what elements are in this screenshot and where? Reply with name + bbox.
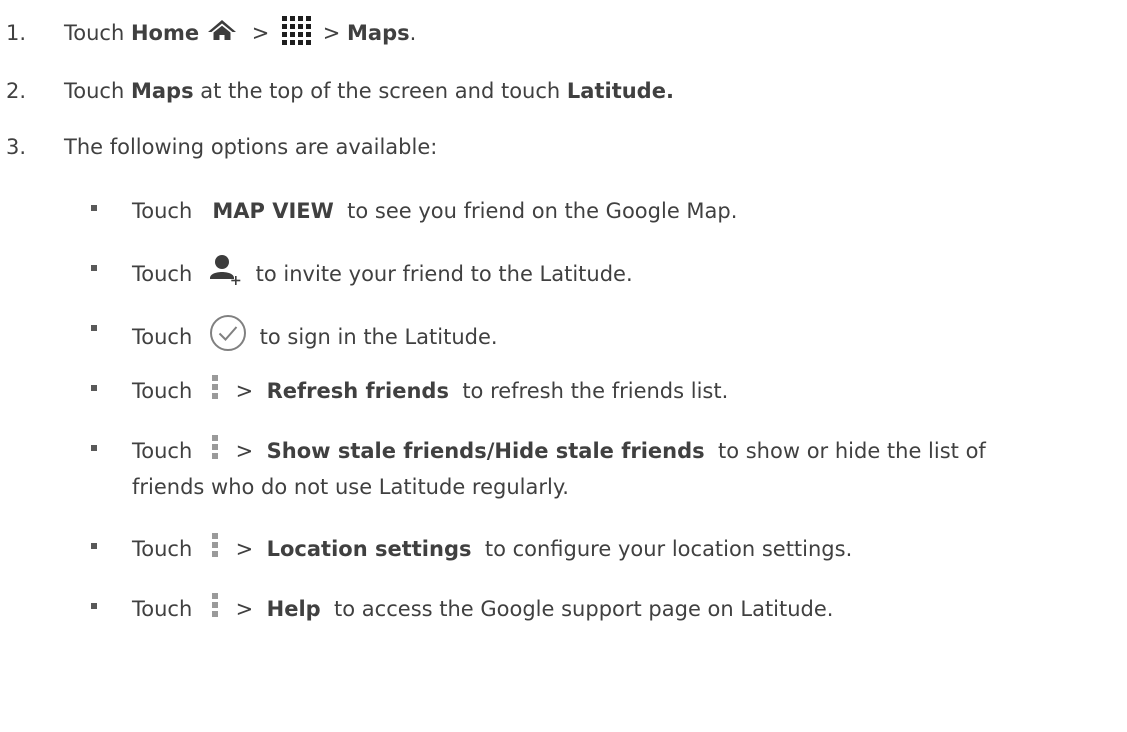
option-text: to see you friend on the Google Map.: [340, 199, 738, 223]
step-text: The following options are available:: [64, 135, 438, 159]
separator: >: [245, 20, 277, 45]
latitude-label: Latitude.: [566, 79, 674, 103]
maps-label: Maps: [130, 79, 194, 103]
option-label: Refresh friends: [266, 379, 449, 403]
apps-icon: [280, 14, 313, 51]
option-touch: Touch: [132, 199, 193, 223]
option-label: MAP VIEW: [212, 199, 334, 223]
home-label: Home: [130, 20, 200, 45]
step-text: at the top of the screen and touch: [193, 79, 567, 103]
option-text: to show or hide the list of: [711, 439, 986, 463]
option-label: Help: [266, 597, 321, 621]
bullet: [91, 374, 132, 402]
option-map-view: Touch MAP VIEW to see you friend on the …: [91, 194, 737, 228]
instructions: 1. Touch Home > > Maps . 2. Touch Maps a…: [0, 0, 1127, 732]
option-invite: Touch to invite your friend to the Latit…: [91, 254, 633, 296]
option-text: to sign in the Latitude.: [259, 325, 498, 349]
menu-icon: [211, 532, 219, 568]
step-number: 2.: [6, 79, 27, 103]
bullet: [91, 194, 132, 222]
step-number: 1.: [6, 20, 27, 45]
option-location-settings: Touch > Location settings to configure y…: [91, 532, 852, 568]
menu-icon: [211, 434, 219, 470]
step-end: .: [409, 20, 417, 45]
bullet: [91, 434, 132, 462]
bullet: [91, 532, 132, 560]
option-stale-friends: Touch > Show stale friends/Hide stale fr…: [91, 434, 986, 504]
check-circle-icon: [209, 314, 247, 362]
step-number: 3.: [6, 135, 27, 159]
option-text: to configure your location settings.: [478, 537, 853, 561]
separator: >: [235, 537, 260, 561]
option-label: Show stale friends/Hide stale friends: [266, 439, 705, 463]
add-person-icon: [209, 254, 243, 296]
option-touch: Touch: [132, 597, 193, 621]
option-touch: Touch: [132, 262, 193, 286]
option-refresh-friends: Touch > Refresh friends to refresh the f…: [91, 374, 728, 410]
option-text: to refresh the friends list.: [455, 379, 729, 403]
step-2: 2. Touch Maps at the top of the screen a…: [6, 79, 674, 103]
separator: >: [316, 20, 348, 45]
bullet: [91, 254, 132, 282]
menu-icon: [211, 374, 219, 410]
option-touch: Touch: [132, 439, 193, 463]
option-text: to invite your friend to the Latitude.: [255, 262, 633, 286]
bullet: [91, 592, 132, 620]
option-text: to access the Google support page on Lat…: [327, 597, 834, 621]
bullet: [91, 314, 132, 342]
step-1: 1. Touch Home > > Maps .: [6, 14, 416, 51]
option-touch: Touch: [132, 537, 193, 561]
step-3: 3. The following options are available:: [6, 135, 437, 159]
menu-icon: [211, 592, 219, 628]
separator: >: [235, 597, 260, 621]
step-text: Touch: [64, 79, 125, 103]
option-sign-in: Touch to sign in the Latitude.: [91, 314, 498, 362]
option-text-continued: friends who do not use Latitude regularl…: [132, 475, 569, 499]
separator: >: [235, 439, 260, 463]
separator: >: [235, 379, 260, 403]
option-touch: Touch: [132, 325, 193, 349]
option-help: Touch > Help to access the Google suppor…: [91, 592, 833, 628]
option-touch: Touch: [132, 379, 193, 403]
home-icon: [207, 19, 237, 46]
option-label: Location settings: [266, 537, 472, 561]
step-text: Touch: [64, 20, 125, 45]
maps-label: Maps: [347, 20, 410, 45]
